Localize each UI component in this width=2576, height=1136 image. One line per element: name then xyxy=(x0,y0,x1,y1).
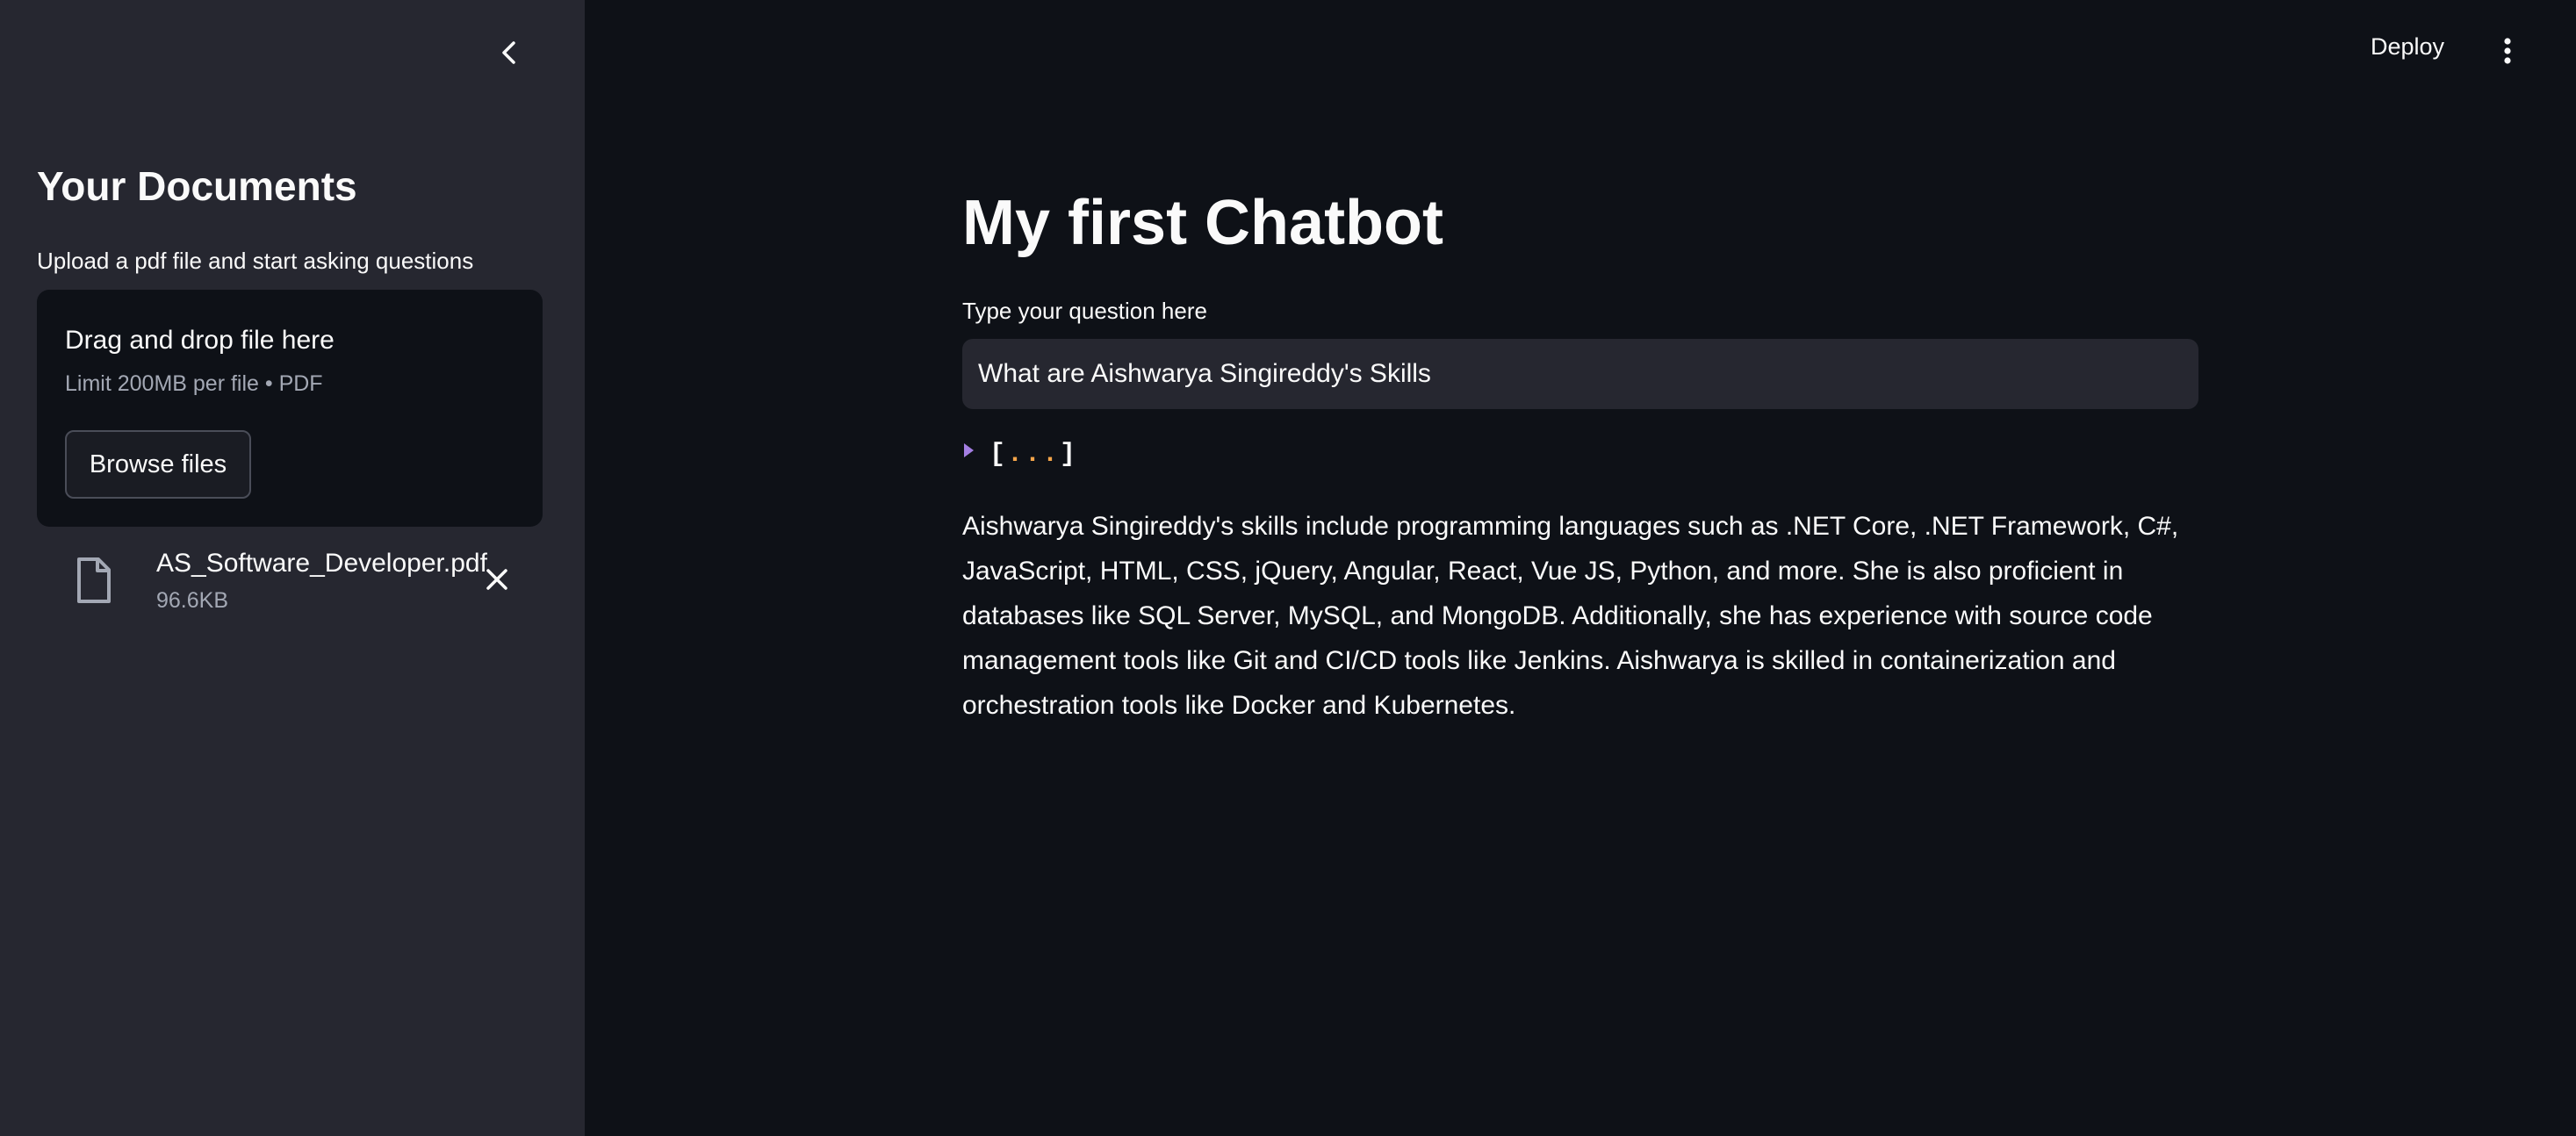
file-icon xyxy=(77,557,111,603)
question-input-label: Type your question here xyxy=(962,298,1207,324)
remove-file-button[interactable] xyxy=(481,564,513,595)
uploaded-file-name: AS_Software_Developer.pdf xyxy=(156,549,487,578)
uploaded-file-item: AS_Software_Developer.pdf 96.6KB xyxy=(37,536,543,623)
browse-files-button[interactable]: Browse files xyxy=(65,430,251,499)
json-expander[interactable]: [...] xyxy=(964,435,1077,474)
more-vertical-icon xyxy=(2504,38,2511,64)
uploaded-file-size: 96.6KB xyxy=(156,588,229,613)
json-collapsed-text: [...] xyxy=(989,440,1078,470)
chatbot-answer: Aishwarya Singireddy's skills include pr… xyxy=(962,512,2179,720)
page-title: My first Chatbot xyxy=(962,188,1443,258)
chevron-left-icon xyxy=(502,41,515,64)
app: Your Documents Upload a pdf file and sta… xyxy=(0,0,2576,1136)
dropzone-title: Drag and drop file here xyxy=(65,326,335,355)
collapse-sidebar-button[interactable] xyxy=(492,35,527,70)
sidebar: Your Documents Upload a pdf file and sta… xyxy=(0,0,585,1136)
question-input[interactable] xyxy=(962,339,2198,409)
close-icon xyxy=(486,569,507,590)
main-menu-button[interactable] xyxy=(2493,33,2522,68)
dropzone-limit-text: Limit 200MB per file • PDF xyxy=(65,371,323,396)
caret-right-icon xyxy=(964,443,974,457)
deploy-button[interactable]: Deploy xyxy=(2371,32,2444,61)
sidebar-title: Your Documents xyxy=(37,163,357,209)
file-dropzone[interactable]: Drag and drop file here Limit 200MB per … xyxy=(37,290,543,527)
uploader-label: Upload a pdf file and start asking quest… xyxy=(37,248,474,274)
